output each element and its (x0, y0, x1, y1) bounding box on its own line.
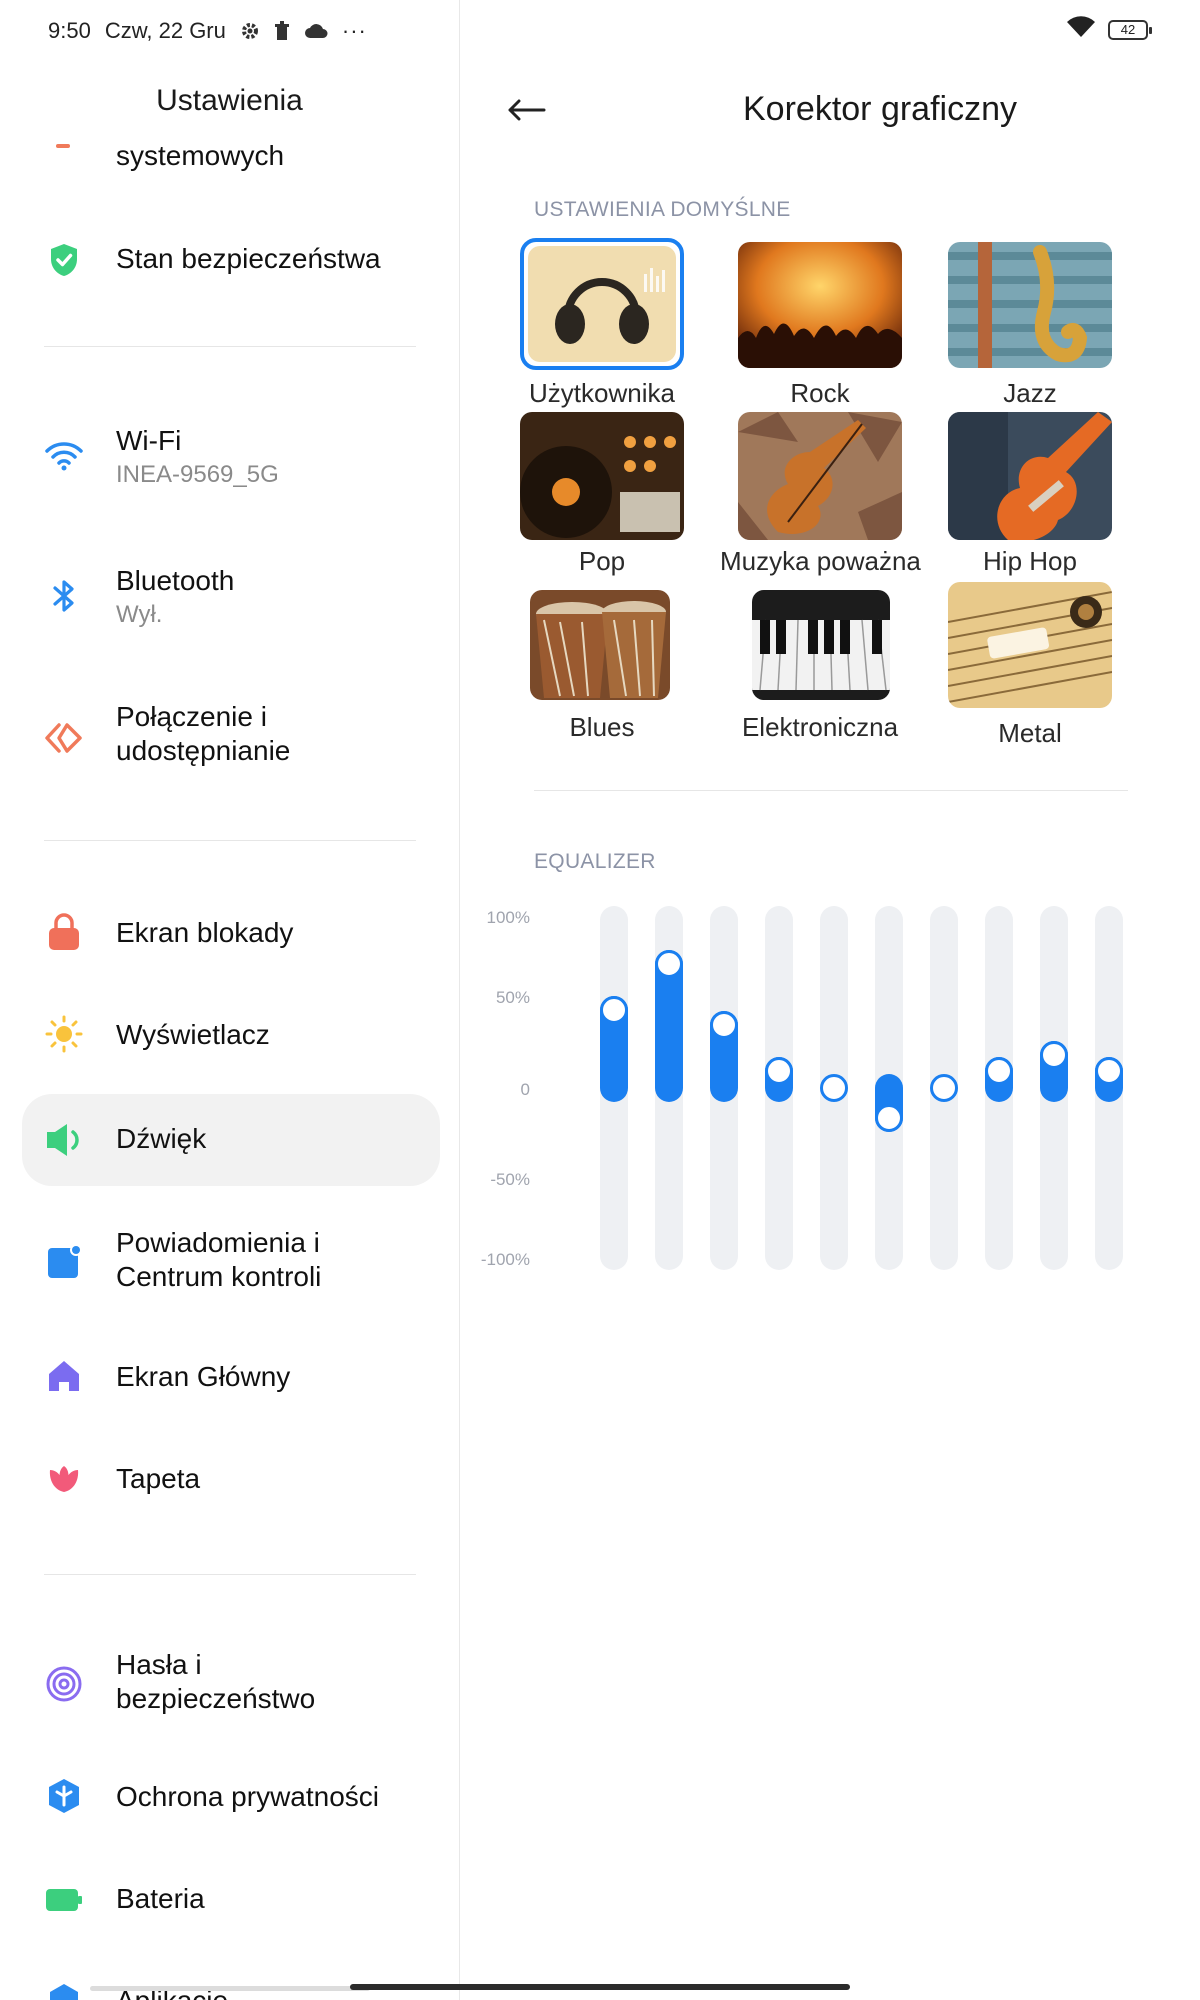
sidebar-item-display[interactable]: Wyświetlacz (0, 1014, 459, 1058)
bluetooth-icon (44, 576, 84, 616)
sidebar-item-label-line2: udostępnianie (116, 735, 291, 766)
notification-icon (44, 1242, 84, 1282)
sidebar-item-label: Dźwięk (116, 1123, 207, 1154)
home-indicator (350, 1984, 850, 1990)
sidebar-item-home-screen[interactable]: Ekran Główny (0, 1356, 459, 1400)
sidebar-item-wifi[interactable]: Wi-Fi INEA-9569_5G (0, 420, 459, 494)
status-time: 9:50 (48, 18, 91, 43)
divider (44, 346, 416, 347)
fingerprint-icon (44, 1664, 84, 1704)
sidebar-item-wallpaper[interactable]: Tapeta (0, 1458, 459, 1502)
status-more: ··· (341, 18, 367, 43)
status-date: Czw, 22 Gru (104, 18, 226, 43)
eq-axis-label: 100% (486, 908, 530, 927)
eq-axis-label: 50% (495, 988, 530, 1007)
eq-band-knob[interactable] (655, 949, 683, 978)
sidebar-item-security-status[interactable]: Stan bezpieczeństwa (0, 238, 459, 282)
partial-item-icon (56, 144, 70, 148)
speaker-icon (44, 1120, 84, 1160)
sidebar-item-label: Tapeta (116, 1463, 201, 1494)
divider (44, 840, 416, 841)
trash-status-icon (274, 21, 290, 41)
eq-axis-label: -100% (480, 1250, 530, 1269)
flower-icon (44, 1458, 84, 1498)
sidebar-item-label-line2: bezpieczeństwo (116, 1683, 316, 1714)
sun-icon (44, 1014, 84, 1054)
settings-sidebar: 9:50 Czw, 22 Gru ··· Ustawienia systemow… (0, 0, 459, 2000)
sidebar-item-bluetooth[interactable]: Bluetooth Wył. (0, 560, 459, 634)
gear-icon (44, 1980, 84, 2000)
cloud-status-icon (304, 23, 328, 39)
eq-axis-label: -50% (490, 1170, 530, 1189)
sidebar-item-label: Bateria (116, 1883, 205, 1914)
sidebar-item-label: Hasła i (116, 1649, 202, 1680)
bluetooth-status: Wył. (116, 601, 163, 628)
sidebar-item-label-line2: Centrum kontroli (116, 1261, 322, 1292)
privacy-icon (44, 1776, 84, 1816)
sidebar-item-connection-sharing[interactable]: Połączenie i udostępnianie (0, 700, 459, 774)
sidebar-item-label: Bluetooth (116, 565, 235, 596)
sidebar-item-privacy[interactable]: Ochrona prywatności (0, 1776, 459, 1820)
status-bar-left: 9:50 Czw, 22 Gru ··· (48, 14, 367, 48)
sidebar-item-label: Powiadomienia i (116, 1227, 320, 1258)
sidebar-item-label: Wyświetlacz (116, 1019, 270, 1050)
active-item-highlight (22, 1094, 440, 1186)
sidebar-item-label: Połączenie i (116, 701, 267, 732)
eq-band-knob[interactable] (710, 1010, 738, 1039)
shield-check-icon (44, 240, 84, 280)
divider (44, 1574, 416, 1575)
battery-icon (44, 1880, 84, 1920)
sidebar-item-notifications[interactable]: Powiadomienia i Centrum kontroli (0, 1226, 459, 1300)
eq-axis-label: 0 (520, 1080, 530, 1099)
sidebar-item-label: Ekran blokady (116, 917, 294, 948)
wifi-network-name: INEA-9569_5G (116, 461, 279, 488)
sidebar-item-label: Wi-Fi (116, 425, 182, 456)
settings-title: Ustawienia (156, 84, 303, 117)
sidebar-item-battery[interactable]: Bateria (0, 1878, 459, 1922)
sidebar-item-passwords-security[interactable]: Hasła i bezpieczeństwo (0, 1648, 459, 1722)
sidebar-item-label: Ekran Główny (116, 1361, 291, 1392)
sidebar-item-label: Ochrona prywatności (116, 1781, 380, 1812)
home-icon (44, 1356, 84, 1396)
equalizer-panel: 42 Korektor graficzny USTAWIENIA DOMYŚLN… (350, 0, 1200, 2000)
sidebar-item-label: systemowych (116, 140, 285, 171)
connection-share-icon (44, 718, 84, 758)
eq-band-knob[interactable] (930, 1074, 958, 1102)
eq-band-knob[interactable] (1040, 1040, 1068, 1069)
equalizer: 100% 50% 0 -50% -100% (460, 0, 1200, 1300)
eq-band-knob[interactable] (600, 995, 628, 1024)
lock-icon (44, 912, 84, 952)
eq-band-knob[interactable] (820, 1074, 848, 1102)
sidebar-item-system-partial[interactable]: systemowych (0, 136, 459, 176)
scroll-indicator (90, 1986, 370, 1991)
sidebar-item-label: Stan bezpieczeństwa (116, 243, 381, 274)
wifi-icon (44, 436, 84, 476)
sidebar-item-sound[interactable]: Dźwięk (0, 1094, 459, 1186)
gear-status-icon (240, 21, 260, 41)
sidebar-item-lock-screen[interactable]: Ekran blokady (0, 912, 459, 956)
